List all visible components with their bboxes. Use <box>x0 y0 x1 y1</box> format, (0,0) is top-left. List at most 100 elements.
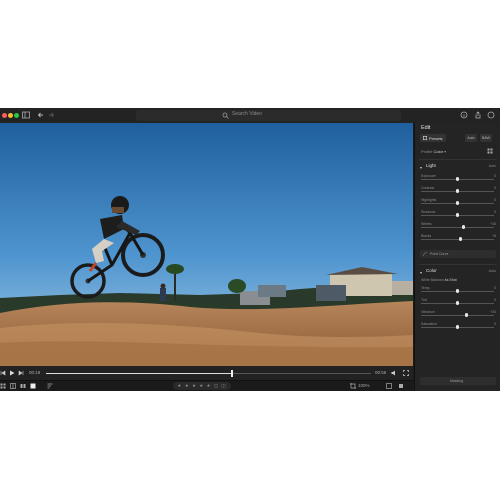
slider-value: +16 <box>490 222 496 226</box>
back-arrow-icon[interactable] <box>37 111 45 119</box>
profile-value: Color <box>433 149 444 154</box>
slider-thumb[interactable] <box>455 189 460 193</box>
divider <box>419 264 497 265</box>
profile-browser-icon[interactable] <box>487 148 493 154</box>
zoom-level[interactable]: 100% <box>358 383 370 388</box>
square-grid-icon[interactable] <box>10 383 16 389</box>
slider-label: Contrast <box>421 186 435 190</box>
point-curve-button[interactable]: Point Curve <box>420 250 496 258</box>
search-placeholder: Search Video <box>232 111 262 117</box>
white-balance-label: White Balance <box>421 278 444 282</box>
chevron-down-icon: ▾ <box>444 149 447 154</box>
forward-arrow-icon[interactable] <box>47 111 55 119</box>
rating-stars[interactable]: ★ ★ ★ ★ ★ ◫ ◫ <box>173 382 231 390</box>
panel-title: Edit <box>421 125 431 131</box>
slider-blacks[interactable]: Blacks +8 <box>415 234 500 243</box>
search-icon <box>222 112 229 119</box>
slider-value: 0 <box>494 322 496 326</box>
slider-value: +8 <box>492 234 496 238</box>
search-field[interactable]: Search Video <box>136 110 401 121</box>
slider-tint[interactable]: Tint 0 <box>415 298 500 307</box>
slider-value: 0 <box>494 186 496 190</box>
slider-thumb[interactable] <box>464 313 468 317</box>
color-label: Color <box>426 268 437 273</box>
light-section-header[interactable]: ▾ Light Auto <box>415 163 500 171</box>
slider-value: 0 <box>494 210 496 214</box>
masking-button[interactable]: Masking <box>420 377 496 385</box>
slider-thumb[interactable] <box>458 237 463 241</box>
slider-highlights[interactable]: Highlights 0 <box>415 198 500 207</box>
slider-thumb[interactable] <box>461 225 466 229</box>
volume-icon[interactable] <box>391 370 397 376</box>
timeline-playhead[interactable] <box>231 370 233 377</box>
zoom-window-button[interactable] <box>14 113 19 118</box>
slider-label: Highlights <box>421 198 437 202</box>
help-icon[interactable] <box>487 111 495 119</box>
slider-track[interactable] <box>421 239 494 240</box>
video-frame-image <box>0 123 413 366</box>
share-icon[interactable] <box>474 111 482 119</box>
slider-label: Shadows <box>421 210 436 214</box>
minimize-window-button[interactable] <box>8 113 13 118</box>
slider-exposure[interactable]: Exposure 0 <box>415 174 500 183</box>
chevron-down-icon: ▾ <box>420 165 423 170</box>
crop-icon[interactable] <box>350 383 356 389</box>
fit-view-icon[interactable] <box>386 383 392 389</box>
white-balance-selector[interactable]: White Balance As Shot <box>421 278 457 282</box>
auto-button[interactable]: Auto <box>465 134 477 142</box>
sidebar-toggle-icon[interactable] <box>22 111 30 119</box>
slider-thumb[interactable] <box>455 201 460 205</box>
slider-thumb[interactable] <box>455 301 460 305</box>
slider-shadows[interactable]: Shadows 0 <box>415 210 500 219</box>
color-auto-button[interactable]: Auto <box>489 269 496 273</box>
slider-temp[interactable]: Temp 0 <box>415 286 500 295</box>
profile-label: Profile <box>421 149 433 154</box>
fill-view-icon[interactable] <box>398 383 404 389</box>
slider-vibrance[interactable]: Vibrance +24 <box>415 310 500 319</box>
slider-contrast[interactable]: Contrast 0 <box>415 186 500 195</box>
slider-whites[interactable]: Whites +16 <box>415 222 500 231</box>
slider-thumb[interactable] <box>455 325 460 329</box>
color-section-header[interactable]: ▾ Color Auto <box>415 268 500 276</box>
video-preview[interactable] <box>0 123 413 366</box>
info-icon[interactable] <box>460 111 468 119</box>
slider-label: Vibrance <box>421 310 435 314</box>
video-editor-window: Search Video 00:18 00:56 ★ ★ ★ ★ ★ ◫ ◫ 1… <box>0 108 500 391</box>
presets-label: Presets <box>429 135 443 141</box>
skip-back-icon[interactable] <box>0 370 6 376</box>
white-balance-value: As Shot <box>444 278 457 282</box>
chevron-down-icon: ▾ <box>420 270 423 275</box>
slider-value: 0 <box>494 286 496 290</box>
grid-view-icon[interactable] <box>0 383 6 389</box>
slider-track[interactable] <box>421 227 494 228</box>
light-auto-button[interactable]: Auto <box>489 164 496 168</box>
bw-button[interactable]: B&W <box>480 134 492 142</box>
playback-bar: 00:18 00:56 <box>0 366 413 380</box>
end-time: 00:56 <box>375 370 387 375</box>
profile-selector[interactable]: Profile Color ▾ <box>421 149 446 154</box>
fullscreen-icon[interactable] <box>403 370 409 376</box>
bottom-toolbar: ★ ★ ★ ★ ★ ◫ ◫ 100% <box>0 380 413 391</box>
slider-value: 0 <box>494 298 496 302</box>
sort-icon[interactable] <box>47 383 53 389</box>
play-icon[interactable] <box>9 370 15 376</box>
skip-forward-icon[interactable] <box>18 370 24 376</box>
slider-thumb[interactable] <box>455 213 460 217</box>
slider-thumb[interactable] <box>455 289 460 293</box>
slider-label: Saturation <box>421 322 437 326</box>
current-time: 00:18 <box>29 370 41 375</box>
timeline-scrubber[interactable] <box>46 370 371 377</box>
edit-panel: Edit Presets Auto B&W Profile Color ▾ ▾ … <box>414 123 500 391</box>
close-window-button[interactable] <box>2 113 7 118</box>
light-label: Light <box>426 163 436 168</box>
slider-thumb[interactable] <box>455 177 460 181</box>
divider <box>419 159 497 160</box>
presets-icon <box>423 136 427 140</box>
slider-label: Tint <box>421 298 427 302</box>
slider-track[interactable] <box>421 315 494 316</box>
compare-view-icon[interactable] <box>20 383 26 389</box>
slider-label: Temp <box>421 286 430 290</box>
presets-button[interactable]: Presets <box>420 134 446 142</box>
detail-view-icon[interactable] <box>30 383 36 389</box>
slider-saturation[interactable]: Saturation 0 <box>415 322 500 331</box>
